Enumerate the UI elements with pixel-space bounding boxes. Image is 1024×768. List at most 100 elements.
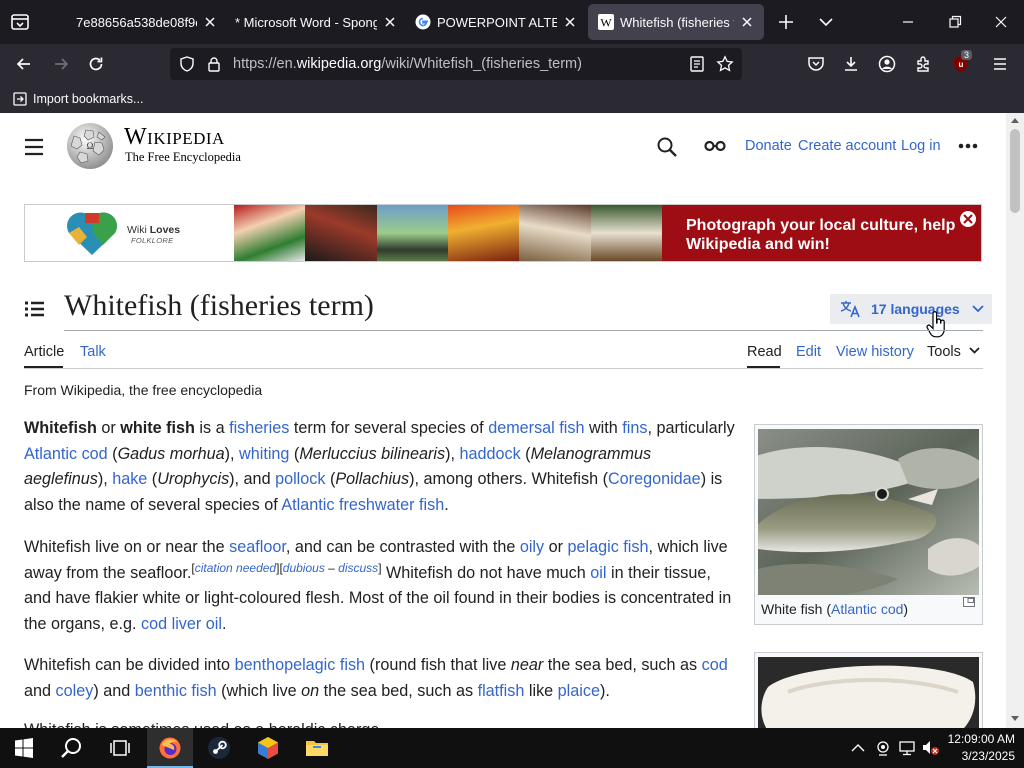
appearance-icon[interactable]: [704, 139, 726, 153]
wiki-link[interactable]: seafloor: [229, 538, 286, 556]
citation-link[interactable]: discuss: [338, 561, 378, 575]
banner-line-1: Photograph your local culture, help: [686, 217, 956, 234]
wiki-link[interactable]: demersal fish: [488, 419, 584, 437]
address-bar[interactable]: https://en.wikipedia.org/wiki/Whitefish_…: [170, 48, 742, 80]
app-hexagon-icon[interactable]: [256, 736, 280, 760]
forward-icon[interactable]: [51, 54, 71, 74]
extensions-icon[interactable]: [914, 54, 934, 74]
lock-icon[interactable]: [205, 55, 223, 73]
close-icon[interactable]: [203, 15, 217, 29]
browser-tab[interactable]: 7e88656a538de08f9ee: [45, 4, 227, 40]
tab-edit[interactable]: Edit: [796, 344, 821, 360]
wiki-link[interactable]: cod: [702, 656, 728, 674]
close-icon[interactable]: [383, 15, 397, 29]
donate-link[interactable]: Donate: [745, 138, 792, 154]
wiki-link[interactable]: oil: [590, 564, 606, 582]
wikipedia-globe-logo[interactable]: Ω: [64, 122, 116, 170]
wiki-link[interactable]: Coregonidae: [608, 470, 701, 488]
tab-title: Whitefish (fisheries term: [620, 14, 734, 30]
pocket-icon[interactable]: [806, 54, 826, 74]
bookmark-star-icon[interactable]: [716, 55, 734, 73]
wiki-link[interactable]: coley: [56, 682, 94, 700]
atlantic-cod-image[interactable]: [758, 429, 979, 595]
wiki-link[interactable]: Atlantic cod: [24, 445, 108, 463]
minimize-icon[interactable]: [898, 12, 918, 32]
wiki-link[interactable]: oily: [520, 538, 544, 556]
banner-logo-wiki: Wiki: [127, 224, 150, 236]
wiki-link[interactable]: pollock: [275, 470, 325, 488]
import-bookmarks-item[interactable]: Import bookmarks...: [12, 91, 143, 107]
wiki-link[interactable]: cod liver oil: [141, 615, 222, 633]
new-tab-icon[interactable]: [776, 12, 796, 32]
url-text[interactable]: https://en.wikipedia.org/wiki/Whitefish_…: [233, 56, 582, 72]
wiki-link[interactable]: haddock: [459, 445, 520, 463]
chevron-down-icon[interactable]: [816, 12, 836, 32]
tab-bar: 7e88656a538de08f9ee * Microsoft Word - S…: [0, 0, 1024, 44]
wiki-loves-folklore-banner[interactable]: Wiki Loves FOLKLORE Photograph your loca…: [24, 204, 982, 262]
webcam-icon[interactable]: [875, 740, 891, 756]
tab-article[interactable]: Article: [24, 344, 64, 360]
search-icon[interactable]: [656, 136, 678, 158]
enlarge-icon[interactable]: [963, 597, 975, 607]
wiki-link[interactable]: benthopelagic fish: [235, 656, 366, 674]
wiki-link[interactable]: benthic fish: [135, 682, 217, 700]
browser-tab[interactable]: * Microsoft Word - Sponge: [225, 4, 407, 40]
wiki-link[interactable]: plaice: [558, 682, 600, 700]
languages-button[interactable]: 17 languages: [830, 294, 992, 324]
create-account-link[interactable]: Create account: [798, 138, 896, 154]
table-of-contents-icon[interactable]: [25, 301, 44, 317]
tab-list-icon[interactable]: [8, 11, 32, 33]
citation-link[interactable]: dubious: [283, 561, 325, 575]
windows-start-icon[interactable]: [12, 736, 36, 760]
wiki-link[interactable]: fisheries: [229, 419, 289, 437]
steam-icon[interactable]: [207, 736, 231, 760]
body-text: ), among others. Whitefish (: [409, 470, 608, 488]
tab-talk[interactable]: Talk: [80, 344, 106, 360]
page-scrollbar[interactable]: [1006, 113, 1024, 728]
hamburger-menu-icon[interactable]: [24, 138, 44, 156]
wiki-link[interactable]: Atlantic freshwater fish: [281, 496, 444, 514]
close-window-icon[interactable]: [991, 12, 1011, 32]
network-icon[interactable]: [898, 740, 916, 756]
file-explorer-icon[interactable]: [305, 736, 329, 760]
close-icon[interactable]: [563, 15, 577, 29]
atlantic-cod-link[interactable]: Atlantic cod: [831, 601, 903, 617]
download-icon[interactable]: [841, 54, 861, 74]
tools-dropdown[interactable]: Tools: [927, 344, 980, 360]
tab-view-history[interactable]: View history: [836, 344, 914, 360]
system-clock[interactable]: 12:09:00 AM 3/23/2025: [947, 731, 1015, 765]
close-icon[interactable]: [740, 15, 754, 29]
browser-tab[interactable]: POWERPOINT ALTERNA: [405, 4, 587, 40]
wiki-link[interactable]: fins: [622, 419, 647, 437]
italic-term: Merluccius bilinearis: [299, 444, 446, 463]
log-in-link[interactable]: Log in: [901, 138, 941, 154]
shield-icon[interactable]: [178, 55, 196, 73]
task-view-icon[interactable]: [108, 736, 132, 760]
tab-read[interactable]: Read: [747, 344, 782, 360]
account-icon[interactable]: [877, 54, 897, 74]
import-icon: [13, 92, 27, 106]
chevron-up-icon[interactable]: [851, 743, 865, 753]
firefox-taskbar-button[interactable]: [147, 728, 193, 768]
body-text: (which live: [216, 681, 302, 700]
browser-tab-active[interactable]: W Whitefish (fisheries term: [588, 4, 764, 40]
citation-link[interactable]: citation needed: [195, 561, 276, 575]
back-icon[interactable]: [14, 54, 34, 74]
volume-muted-icon[interactable]: [921, 739, 941, 757]
menu-icon[interactable]: [990, 54, 1010, 74]
reader-view-icon[interactable]: [688, 55, 706, 73]
search-icon[interactable]: [60, 736, 84, 760]
reload-icon[interactable]: [86, 54, 106, 74]
restore-icon[interactable]: [945, 12, 965, 32]
scroll-down-icon[interactable]: [1011, 716, 1019, 722]
wiki-link[interactable]: pelagic fish: [568, 538, 649, 556]
scroll-up-icon[interactable]: [1011, 117, 1019, 123]
fish-fillet-image[interactable]: [758, 657, 979, 728]
wiki-link[interactable]: flatfish: [478, 682, 525, 700]
wiki-link[interactable]: whiting: [239, 445, 289, 463]
close-banner-icon[interactable]: [958, 209, 978, 229]
more-options-icon[interactable]: [958, 143, 978, 149]
wikipedia-wordmark[interactable]: Wikipedia: [124, 124, 225, 151]
scroll-thumb[interactable]: [1010, 129, 1020, 213]
wiki-link[interactable]: hake: [112, 470, 147, 488]
